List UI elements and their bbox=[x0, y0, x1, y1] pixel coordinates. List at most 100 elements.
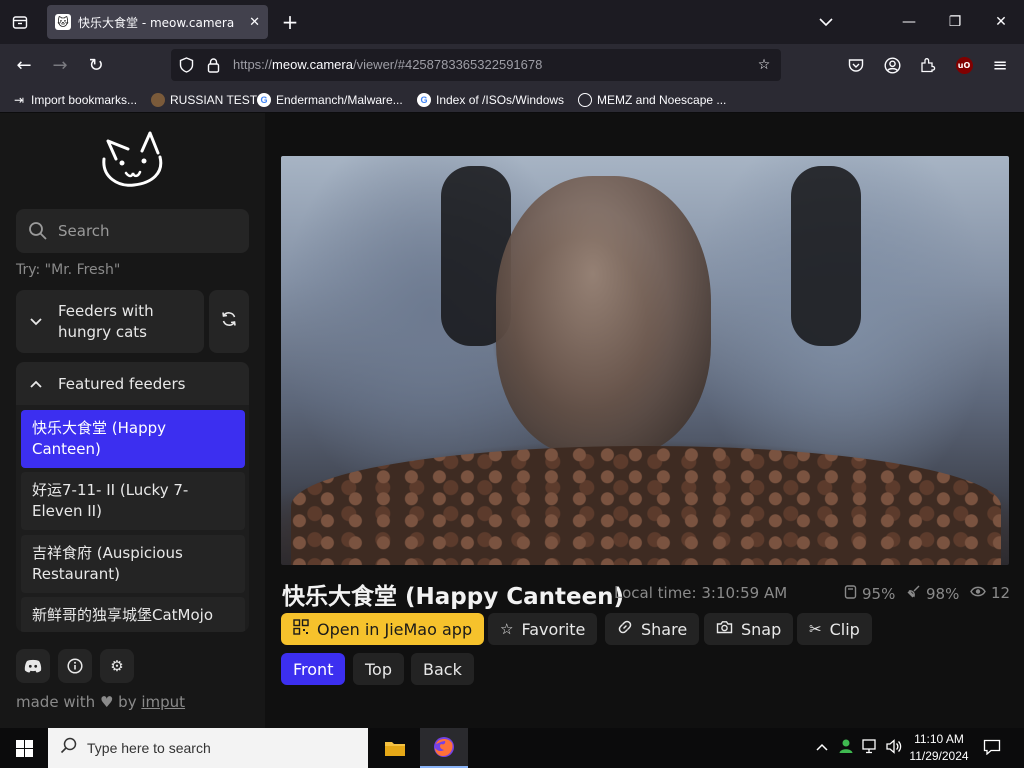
feeder-item-auspicious-restaurant[interactable]: 吉祥食府 (Auspicious Restaurant) bbox=[21, 535, 245, 593]
url-host: meow.camera bbox=[272, 57, 353, 72]
info-icon bbox=[67, 658, 83, 674]
back-arrow-icon[interactable]: ← bbox=[10, 51, 38, 79]
bookmark-star-icon[interactable]: ☆ bbox=[755, 56, 773, 74]
extensions-icon[interactable] bbox=[914, 51, 942, 79]
search-input[interactable] bbox=[58, 222, 238, 240]
refresh-icon bbox=[220, 310, 238, 333]
user-tray-icon[interactable] bbox=[838, 738, 854, 758]
qr-code-icon bbox=[293, 619, 309, 639]
import-icon: ⇥ bbox=[13, 93, 25, 107]
bookmark-import[interactable]: ⇥ Import bookmarks... bbox=[12, 90, 137, 110]
feeder-item-happy-canteen[interactable]: 快乐大食堂 (Happy Canteen) bbox=[21, 410, 245, 468]
cat-favicon-icon: 🐱 bbox=[55, 14, 71, 30]
snap-button[interactable]: Snap bbox=[704, 613, 794, 645]
lock-icon[interactable] bbox=[204, 56, 222, 74]
author-link[interactable]: imput bbox=[141, 693, 185, 711]
show-hidden-icons[interactable] bbox=[816, 739, 828, 755]
google-icon: G bbox=[417, 93, 431, 107]
file-explorer-app[interactable] bbox=[371, 728, 419, 768]
bookmark-memz[interactable]: MEMZ and Noescape ... bbox=[578, 90, 726, 110]
browser-tab-active[interactable]: 🐱 快乐大食堂 - meow.camera ✕ bbox=[47, 5, 268, 39]
taskbar-search-box[interactable]: Type here to search bbox=[48, 728, 368, 768]
pocket-icon[interactable] bbox=[842, 51, 870, 79]
firefox-icon bbox=[434, 737, 454, 757]
url-path: /viewer/#4258783365322591678 bbox=[352, 57, 543, 72]
start-button[interactable] bbox=[0, 728, 48, 768]
chevron-down-icon bbox=[30, 315, 44, 329]
button-label: Favorite bbox=[521, 619, 586, 639]
forward-arrow-icon[interactable]: → bbox=[46, 51, 74, 79]
food-level-value: 95% bbox=[862, 584, 896, 603]
list-tabs-chevron-icon[interactable] bbox=[812, 8, 840, 36]
view-top-button[interactable]: Top bbox=[353, 653, 404, 685]
close-window-button[interactable]: ✕ bbox=[978, 8, 1024, 36]
close-tab-icon[interactable]: ✕ bbox=[249, 15, 260, 30]
url-text[interactable]: https://meow.camera/viewer/#425878336532… bbox=[233, 57, 542, 72]
windows-taskbar: Type here to search 11:10 AM 11/29/2024 bbox=[0, 728, 1024, 768]
battery-stat: 98% bbox=[906, 584, 959, 603]
scissors-icon: ✂ bbox=[809, 620, 822, 638]
clip-button[interactable]: ✂ Clip bbox=[797, 613, 872, 645]
food-bag-icon bbox=[844, 584, 857, 603]
button-label: Back bbox=[423, 659, 462, 679]
discord-button[interactable] bbox=[16, 649, 50, 683]
search-icon bbox=[60, 737, 77, 759]
share-button[interactable]: Share bbox=[605, 613, 700, 645]
url-bar[interactable]: https://meow.camera/viewer/#425878336532… bbox=[171, 49, 781, 81]
clock-date: 11/29/2024 bbox=[909, 749, 969, 763]
group-hungry-cats[interactable]: Feeders with hungry cats bbox=[16, 290, 204, 353]
google-icon: G bbox=[257, 93, 271, 107]
button-label: Share bbox=[641, 619, 688, 639]
new-tab-icon[interactable]: + bbox=[276, 8, 304, 36]
bookmark-russian-test[interactable]: RUSSIAN TEST bbox=[151, 90, 257, 110]
search-hint: Try: "Mr. Fresh" bbox=[16, 262, 121, 278]
food-level-stat: 95% bbox=[844, 584, 895, 603]
feeder-label: 新鲜哥的独享城堡CatMojo bbox=[32, 606, 214, 624]
settings-button[interactable]: ⚙ bbox=[100, 649, 134, 683]
search-icon bbox=[28, 221, 48, 241]
network-icon[interactable] bbox=[862, 739, 880, 758]
account-icon[interactable] bbox=[878, 51, 906, 79]
featured-feeder-list[interactable]: 快乐大食堂 (Happy Canteen) 好运7-11- II (Lucky … bbox=[16, 405, 249, 632]
feeder-label: 吉祥食府 (Auspicious Restaurant) bbox=[32, 544, 183, 583]
cat-food-pile bbox=[291, 446, 1001, 565]
notifications-icon[interactable] bbox=[983, 739, 1001, 759]
ublock-origin-icon[interactable]: uO bbox=[950, 51, 978, 79]
firefox-app[interactable] bbox=[420, 728, 468, 768]
bookmark-endermanch[interactable]: G Endermanch/Malware... bbox=[257, 90, 403, 110]
shield-icon[interactable] bbox=[177, 56, 195, 74]
feeder-window-right bbox=[791, 166, 861, 346]
gear-icon: ⚙ bbox=[110, 657, 124, 675]
made-with-text: made with bbox=[16, 693, 96, 711]
url-scheme: https:// bbox=[233, 57, 273, 72]
view-front-button[interactable]: Front bbox=[281, 653, 346, 685]
button-label: Front bbox=[293, 659, 334, 679]
volume-icon[interactable] bbox=[886, 739, 902, 758]
camera-video-feed[interactable] bbox=[281, 156, 1009, 565]
hamburger-menu-icon[interactable]: ≡ bbox=[986, 51, 1014, 79]
tab-title: 快乐大食堂 - meow.camera bbox=[78, 15, 235, 30]
bookmark-index-isos[interactable]: G Index of /ISOs/Windows bbox=[417, 90, 564, 110]
bookmark-label: Import bookmarks... bbox=[31, 93, 138, 107]
minimize-window-button[interactable]: — bbox=[886, 8, 932, 36]
feeder-label: 快乐大食堂 (Happy Canteen) bbox=[32, 419, 167, 458]
tab-bar: 🐱 快乐大食堂 - meow.camera ✕ + — ❐ ✕ bbox=[0, 0, 1024, 44]
button-label: Snap bbox=[741, 619, 782, 639]
open-in-app-button[interactable]: Open in JieMao app bbox=[281, 613, 485, 645]
folder-icon bbox=[385, 742, 405, 756]
restore-window-button[interactable]: ❐ bbox=[932, 8, 978, 36]
feeder-label: 好运7-11- II (Lucky 7-Eleven II) bbox=[32, 481, 189, 520]
taskbar-clock[interactable]: 11:10 AM 11/29/2024 bbox=[905, 731, 973, 765]
heart-icon: ♥ bbox=[99, 693, 114, 711]
about-button[interactable] bbox=[58, 649, 92, 683]
group-featured-feeders[interactable]: Featured feeders bbox=[16, 362, 249, 405]
feeder-item-lucky-7-eleven[interactable]: 好运7-11- II (Lucky 7-Eleven II) bbox=[21, 472, 245, 530]
favorite-button[interactable]: ☆ Favorite bbox=[488, 613, 598, 645]
view-back-button[interactable]: Back bbox=[411, 653, 474, 685]
search-box[interactable] bbox=[16, 209, 249, 253]
reload-icon[interactable]: ↻ bbox=[82, 51, 110, 79]
nav-bar: ← → ↻ https://meow.camera/viewer/#425878… bbox=[0, 44, 1024, 86]
tab-overview-icon[interactable] bbox=[6, 8, 34, 36]
refresh-button[interactable] bbox=[209, 290, 249, 353]
feeder-item-catmojo[interactable]: 新鲜哥的独享城堡CatMojo bbox=[21, 597, 245, 632]
